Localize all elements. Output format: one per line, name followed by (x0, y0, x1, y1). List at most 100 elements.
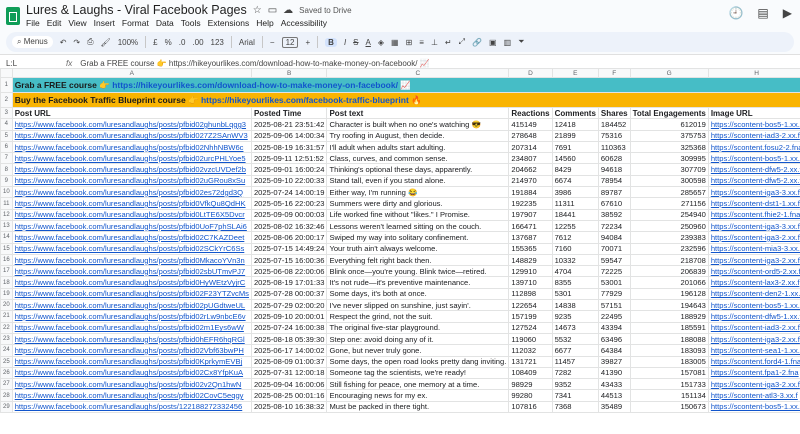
cell-time[interactable]: 2025-08-06 20:00:17 (250, 231, 328, 244)
cell-reactions[interactable]: 98929 (508, 378, 553, 391)
cell-img[interactable]: https://scontent-iga3-2.xx.f (707, 332, 800, 346)
cell-reactions[interactable]: 137687 (508, 231, 553, 244)
row-number[interactable]: 14 (0, 231, 13, 244)
align-icon[interactable]: ≡ (419, 38, 424, 47)
cell-text[interactable]: Still fishing for peace, one memory at a… (326, 378, 510, 391)
cell-comments[interactable]: 7368 (551, 400, 599, 414)
cell-reactions[interactable]: 278648 (508, 129, 553, 142)
menu-extensions[interactable]: Extensions (208, 18, 250, 28)
cell-time[interactable]: 2025-09-01 16:00:24 (250, 163, 328, 176)
cell-img[interactable]: https://scontent-bos5-1.xx.f (707, 152, 800, 165)
cell-time[interactable]: 2025-09-09 00:00:03 (250, 208, 328, 221)
cell-comments[interactable]: 8355 (551, 276, 599, 289)
row-number[interactable]: 28 (0, 389, 13, 402)
increase-decimal-button[interactable]: .00 (192, 38, 203, 47)
row-number[interactable]: 29 (0, 400, 13, 414)
cell-shares[interactable]: 39827 (597, 355, 631, 368)
cell-url[interactable]: https://www.facebook.com/luresandlaughs/… (11, 287, 252, 301)
cell-text[interactable]: It's not rude—it's preventive maintenanc… (326, 276, 510, 289)
cell-total[interactable]: 285657 (629, 186, 709, 199)
cell-img[interactable]: https://scontent-atl3-3.xx.f (707, 389, 800, 402)
cell-time[interactable]: 2025-07-29 02:00:20 (250, 299, 328, 312)
cell-img[interactable]: https://scontent-iga3-3.xx.f (707, 219, 800, 233)
row-number[interactable]: 1 (0, 77, 13, 93)
cell-url[interactable]: https://www.facebook.com/luresandlaughs/… (11, 344, 252, 357)
row-number[interactable]: 27 (0, 378, 13, 391)
cell-comments[interactable]: 11311 (551, 197, 599, 210)
cell-total[interactable]: 188088 (629, 332, 709, 346)
menu-view[interactable]: View (68, 18, 86, 28)
font-size-decrease-button[interactable]: − (270, 38, 275, 47)
redo-icon[interactable]: ↷ (73, 38, 80, 47)
cell-comments[interactable]: 7160 (551, 242, 599, 255)
row-number[interactable]: 26 (0, 366, 13, 380)
cell-text[interactable]: Life worked fine without "likes." I Prom… (326, 208, 510, 221)
cell-url[interactable]: https://www.facebook.com/luresandlaughs/… (11, 265, 252, 278)
cell-shares[interactable]: 72234 (597, 219, 631, 233)
row-number[interactable]: 16 (0, 253, 13, 267)
cell-shares[interactable]: 67610 (597, 197, 631, 210)
wrap-icon[interactable]: ↵ (445, 38, 452, 47)
cell-text[interactable]: Your truth ain't always welcome. (326, 242, 510, 255)
search-menus[interactable]: ⌕ Menus (12, 36, 53, 48)
document-title[interactable]: Lures & Laughs - Viral Facebook Pages (26, 3, 247, 17)
rotate-icon[interactable]: ⤢ (459, 37, 465, 47)
cell-reactions[interactable]: 99280 (508, 389, 553, 402)
valign-icon[interactable]: ⊥ (431, 38, 438, 47)
cell-reactions[interactable]: 157199 (508, 310, 553, 323)
cell-comments[interactable]: 7282 (551, 366, 599, 380)
cell-url[interactable]: https://www.facebook.com/luresandlaughs/… (11, 140, 252, 154)
cell-time[interactable]: 2025-08-19 17:01:33 (250, 276, 328, 289)
blueprint-link[interactable]: https://hikeyourlikes.com/facebook-traff… (201, 95, 409, 105)
filter-icon[interactable]: ⏷ (518, 37, 524, 47)
cell-comments[interactable]: 7691 (551, 140, 599, 154)
cell-img[interactable]: https://scontent.fhie2-1.fna (707, 208, 800, 221)
menu-accessibility[interactable]: Accessibility (281, 18, 327, 28)
borders-icon[interactable]: ▦ (391, 38, 399, 47)
cell-shares[interactable]: 70071 (597, 242, 631, 255)
cell-url[interactable]: https://www.facebook.com/luresandlaughs/… (11, 332, 252, 346)
zoom-select[interactable]: 100% (118, 38, 138, 47)
cell-time[interactable]: 2025-09-06 14:00:34 (250, 129, 328, 142)
cell-url[interactable]: https://www.facebook.com/luresandlaughs/… (11, 208, 252, 221)
cell-shares[interactable]: 44513 (597, 389, 631, 402)
cell-img[interactable]: https://scontent-dst1-1.xx.f (707, 197, 800, 210)
cell-url[interactable]: https://www.facebook.com/luresandlaughs/… (11, 378, 252, 391)
cell-time[interactable]: 2025-08-10 16:38:32 (250, 400, 328, 414)
cell-reactions[interactable]: 234807 (508, 152, 553, 165)
cell-url[interactable]: https://www.facebook.com/luresandlaughs/… (11, 242, 252, 255)
cell-shares[interactable]: 75316 (597, 129, 631, 142)
row-number[interactable]: 22 (0, 321, 13, 334)
cell-shares[interactable]: 60628 (597, 152, 631, 165)
cloud-saved-icon[interactable]: ☁ (283, 5, 293, 16)
free-course-banner[interactable]: Grab a FREE course 👉 https://hikeyourlik… (11, 77, 800, 93)
cell-img[interactable]: https://scontent-iad3-2.xx.f (707, 129, 800, 142)
cell-comments[interactable]: 5301 (551, 287, 599, 301)
cell-img[interactable]: https://scontent-bos5-1.xx.f (707, 299, 800, 312)
cell-url[interactable]: https://www.facebook.com/luresandlaughs/… (11, 219, 252, 233)
row-number[interactable]: 7 (0, 152, 13, 165)
cell-total[interactable]: 188929 (629, 310, 709, 323)
fill-color-icon[interactable]: ◈ (378, 38, 384, 47)
cell-text[interactable]: Respect the grind, not the suit. (326, 310, 510, 323)
cell-text[interactable]: Thinking's optional these days, apparent… (326, 163, 510, 176)
row-number[interactable]: 25 (0, 355, 13, 368)
cell-reactions[interactable]: 197907 (508, 208, 553, 221)
cell-img[interactable]: https://scontent-den2-1.xx.f (707, 287, 800, 301)
font-size-increase-button[interactable]: + (305, 38, 310, 47)
menu-data[interactable]: Data (156, 18, 174, 28)
cell-total[interactable]: 254940 (629, 208, 709, 221)
column-header[interactable]: D (508, 68, 553, 78)
merge-cells-icon[interactable]: ⊞ (406, 38, 413, 47)
cell-comments[interactable]: 12255 (551, 219, 599, 233)
cell-comments[interactable]: 21899 (551, 129, 599, 142)
row-number[interactable]: 20 (0, 299, 13, 312)
row-number[interactable]: 21 (0, 310, 13, 323)
column-header[interactable]: B (250, 68, 328, 78)
cell-reactions[interactable]: 119060 (508, 332, 553, 346)
cell-total[interactable]: 183093 (629, 344, 709, 357)
row-number[interactable]: 15 (0, 242, 13, 255)
cell-url[interactable]: https://www.facebook.com/luresandlaughs/… (11, 389, 252, 402)
row-number[interactable]: 13 (0, 219, 13, 233)
cell-text[interactable]: Class, curves, and common sense. (326, 152, 510, 165)
